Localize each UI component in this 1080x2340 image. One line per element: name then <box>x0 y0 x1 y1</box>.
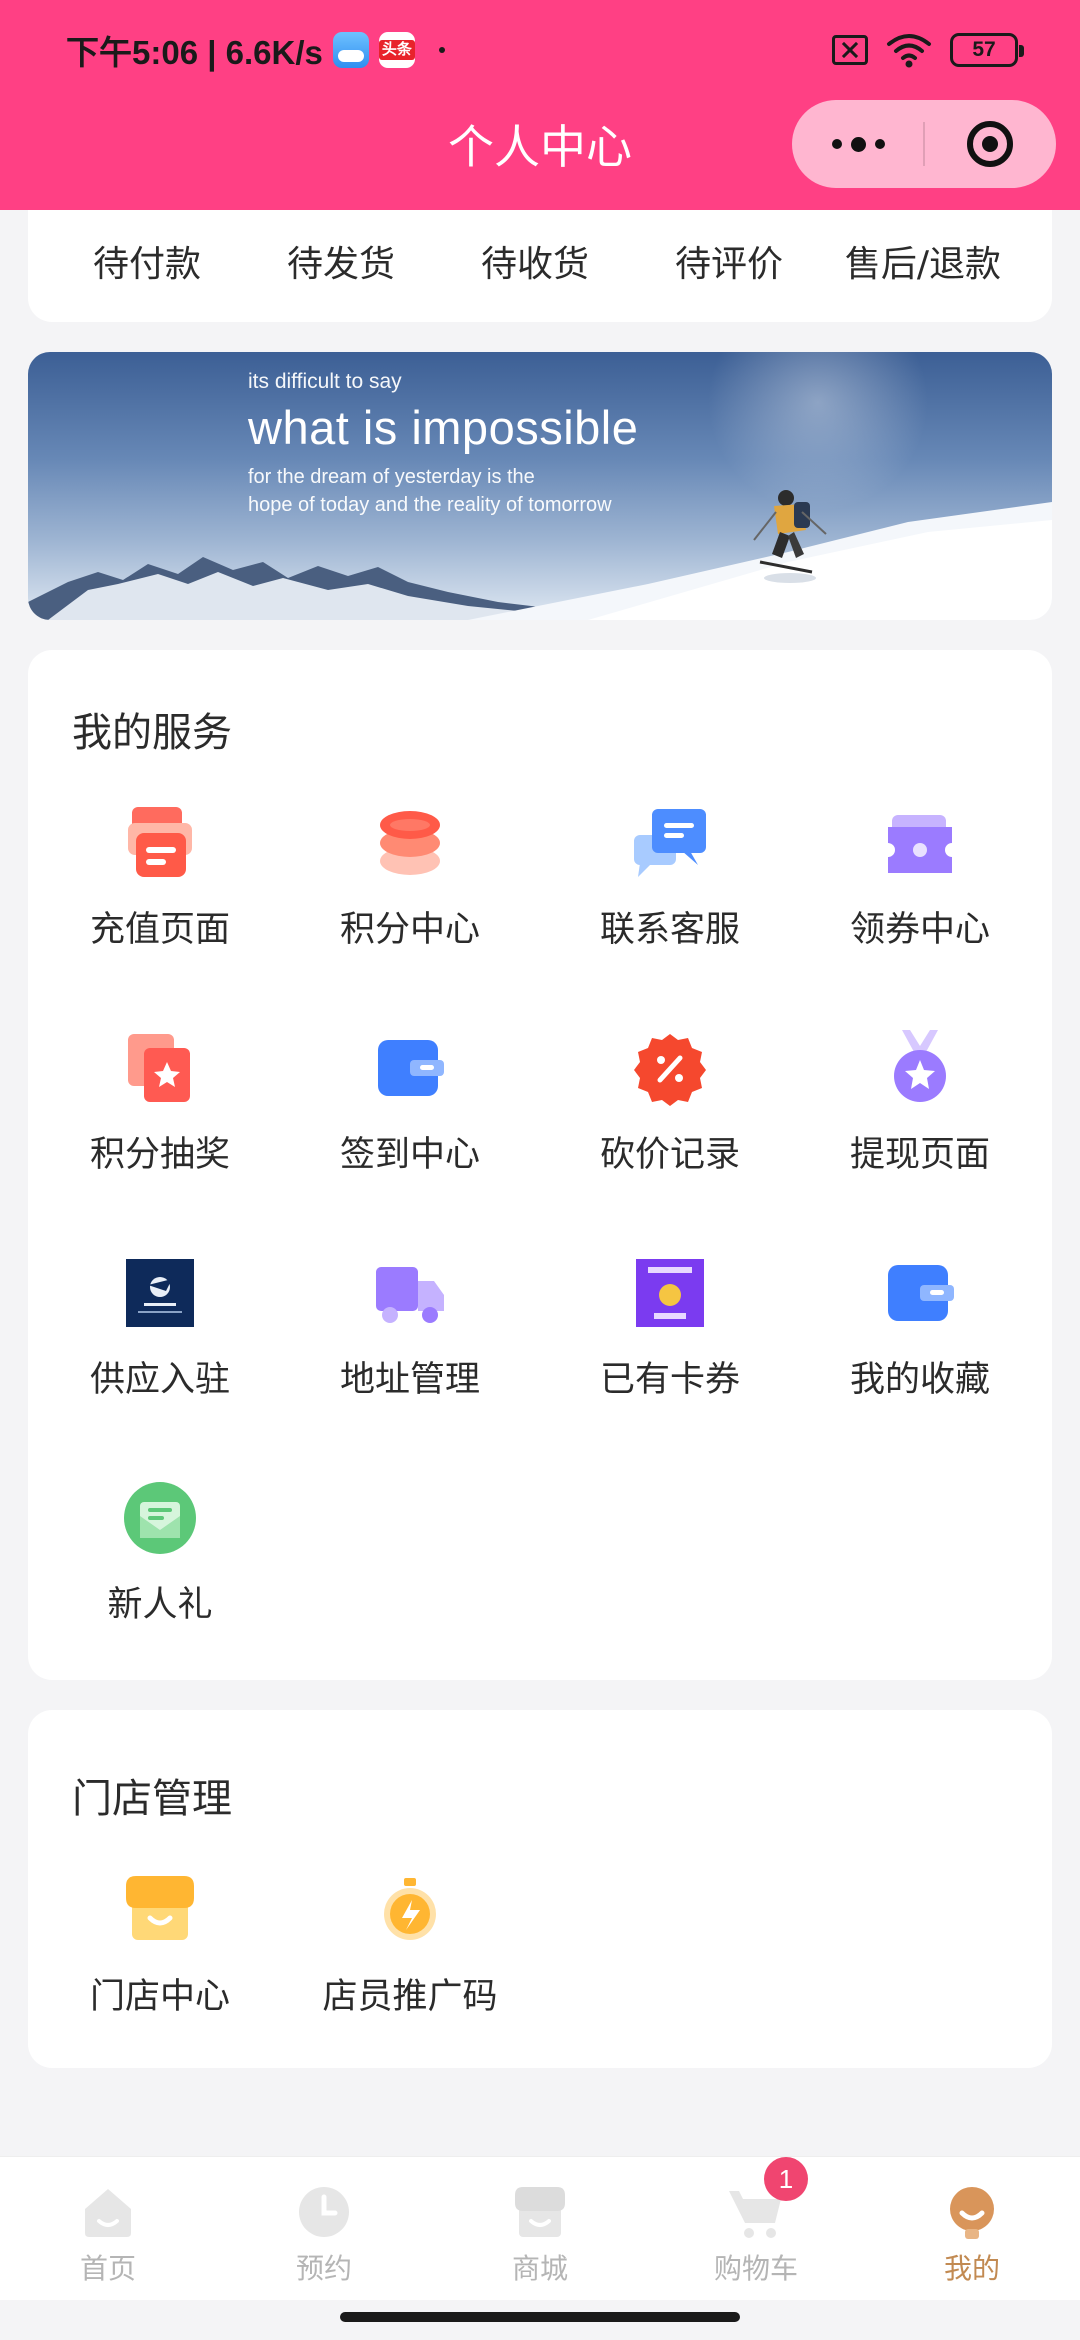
staff-promo-code[interactable]: 店员推广码 <box>290 1872 530 2052</box>
service-label: 联系客服 <box>599 910 740 950</box>
tab-label: 我的 <box>943 2252 1000 2285</box>
header: 下午5:06 | 6.6K/s 头条 57 个人中心 <box>0 0 1080 210</box>
coupon-ticket-icon <box>882 805 958 881</box>
service-label: 砍价记录 <box>599 1135 740 1175</box>
supplier-logo-icon <box>122 1255 198 1331</box>
order-pending-shipment[interactable]: 待发货 <box>244 235 438 287</box>
news-app-icon: 头条 <box>378 32 415 68</box>
battery-level: 57 <box>972 38 996 61</box>
service-label: 供应入驻 <box>89 1360 230 1400</box>
store-management-card: 门店管理 门店中心 店员推广码 <box>28 1710 1052 2068</box>
order-status-card: 待付款 待发货 待收货 待评价 售后/退款 <box>28 210 1052 322</box>
truck-icon <box>372 1255 448 1331</box>
service-coupon-center[interactable]: 领券中心 <box>800 805 1040 985</box>
service-my-favorites[interactable]: 我的收藏 <box>800 1255 1040 1435</box>
service-new-user-gift[interactable]: 新人礼 <box>40 1480 280 1660</box>
status-bar: 下午5:06 | 6.6K/s 头条 57 <box>0 0 1080 100</box>
wifi-icon <box>887 34 931 68</box>
profile-icon <box>950 2187 994 2239</box>
tab-booking[interactable]: 预约 <box>216 2157 432 2300</box>
more-button[interactable] <box>792 100 924 188</box>
card-coupon-icon <box>632 1255 708 1331</box>
tab-label: 商城 <box>511 2252 568 2285</box>
service-label: 签到中心 <box>339 1135 480 1175</box>
tab-label: 首页 <box>79 2252 136 2285</box>
store-title: 门店管理 <box>72 1776 232 1822</box>
mini-program-capsule <box>792 100 1056 188</box>
service-recharge[interactable]: 充值页面 <box>40 805 280 985</box>
cart-badge: 1 <box>764 2157 808 2201</box>
store-label: 门店中心 <box>89 1977 230 2017</box>
home-indicator[interactable] <box>340 2312 740 2322</box>
no-sim-icon <box>832 35 868 65</box>
tab-home[interactable]: 首页 <box>0 2157 216 2300</box>
medal-icon <box>882 1030 958 1106</box>
store-center[interactable]: 门店中心 <box>40 1872 280 2052</box>
tab-cart[interactable]: 购物车 1 <box>648 2157 864 2300</box>
promo-stopwatch-icon <box>372 1872 448 1948</box>
discount-badge-icon <box>632 1030 708 1106</box>
service-label: 新人礼 <box>107 1585 213 1625</box>
status-right: 57 <box>832 30 1024 70</box>
service-label: 积分抽奖 <box>89 1135 230 1175</box>
banner-small-text: its difficult to say <box>248 370 402 393</box>
my-services-card: 我的服务 充值页面 积分中心 联系客服 领券中心 积分抽奖 签到中心 砍价记录 … <box>28 650 1052 1680</box>
order-pending-receipt[interactable]: 待收货 <box>438 235 632 287</box>
service-label: 地址管理 <box>339 1360 480 1400</box>
promo-banner[interactable]: its difficult to say what is impossible … <box>28 352 1052 620</box>
status-left: 下午5:06 | 6.6K/s 头条 <box>66 28 445 72</box>
lottery-star-icon <box>122 1030 198 1106</box>
service-label: 积分中心 <box>339 910 480 950</box>
service-label: 提现页面 <box>849 1135 990 1175</box>
order-pending-review[interactable]: 待评价 <box>632 235 826 287</box>
store-label: 店员推广码 <box>322 1977 498 2017</box>
service-points-lottery[interactable]: 积分抽奖 <box>40 1030 280 1210</box>
gift-envelope-icon <box>122 1480 198 1556</box>
favorites-wallet-icon <box>882 1255 958 1331</box>
service-contact-support[interactable]: 联系客服 <box>550 805 790 985</box>
tab-label: 购物车 <box>713 2252 798 2285</box>
target-close-icon <box>967 121 1013 167</box>
banner-subline-2: hope of today and the reality of tomorro… <box>248 494 612 516</box>
services-title: 我的服务 <box>72 710 232 756</box>
tab-label: 预约 <box>295 2252 352 2285</box>
tab-mall[interactable]: 商城 <box>432 2157 648 2300</box>
points-stack-icon <box>372 805 448 881</box>
status-time-speed: 下午5:06 | 6.6K/s <box>66 34 323 71</box>
home-icon <box>85 2189 131 2237</box>
recharge-icon <box>122 805 198 881</box>
notification-dot-icon <box>438 47 445 53</box>
weather-app-icon <box>332 32 369 68</box>
banner-headline: what is impossible <box>248 401 639 454</box>
service-label: 我的收藏 <box>849 1360 990 1400</box>
banner-subline-1: for the dream of yesterday is the <box>248 466 535 488</box>
more-dot-icon <box>850 136 866 152</box>
tab-mine[interactable]: 我的 <box>864 2157 1080 2300</box>
battery-icon: 57 <box>950 33 1024 67</box>
service-address-management[interactable]: 地址管理 <box>290 1255 530 1435</box>
service-label: 已有卡券 <box>599 1360 740 1400</box>
service-supplier-join[interactable]: 供应入驻 <box>40 1255 280 1435</box>
service-label: 充值页面 <box>89 910 230 950</box>
service-bargain-records[interactable]: 砍价记录 <box>550 1030 790 1210</box>
order-after-sales[interactable]: 售后/退款 <box>826 235 1020 287</box>
checkin-wallet-icon <box>372 1030 448 1106</box>
more-dot-icon <box>831 139 842 149</box>
store-icon <box>122 1872 198 1948</box>
service-label: 领券中心 <box>849 910 990 950</box>
bottom-tab-bar: 首页 预约 商城 购物车 1 我的 <box>0 2156 1080 2300</box>
more-dot-icon <box>874 139 885 149</box>
banner-text: its difficult to say what is impossible … <box>248 370 638 519</box>
close-button[interactable] <box>924 100 1056 188</box>
service-withdraw[interactable]: 提现页面 <box>800 1030 1040 1210</box>
service-points-center[interactable]: 积分中心 <box>290 805 530 985</box>
service-my-coupons[interactable]: 已有卡券 <box>550 1255 790 1435</box>
order-pending-payment[interactable]: 待付款 <box>50 235 244 287</box>
chat-bubbles-icon <box>632 805 708 881</box>
mall-icon <box>515 2187 565 2237</box>
clock-icon <box>299 2187 349 2237</box>
service-checkin-center[interactable]: 签到中心 <box>290 1030 530 1210</box>
news-badge-text: 头条 <box>378 40 415 60</box>
